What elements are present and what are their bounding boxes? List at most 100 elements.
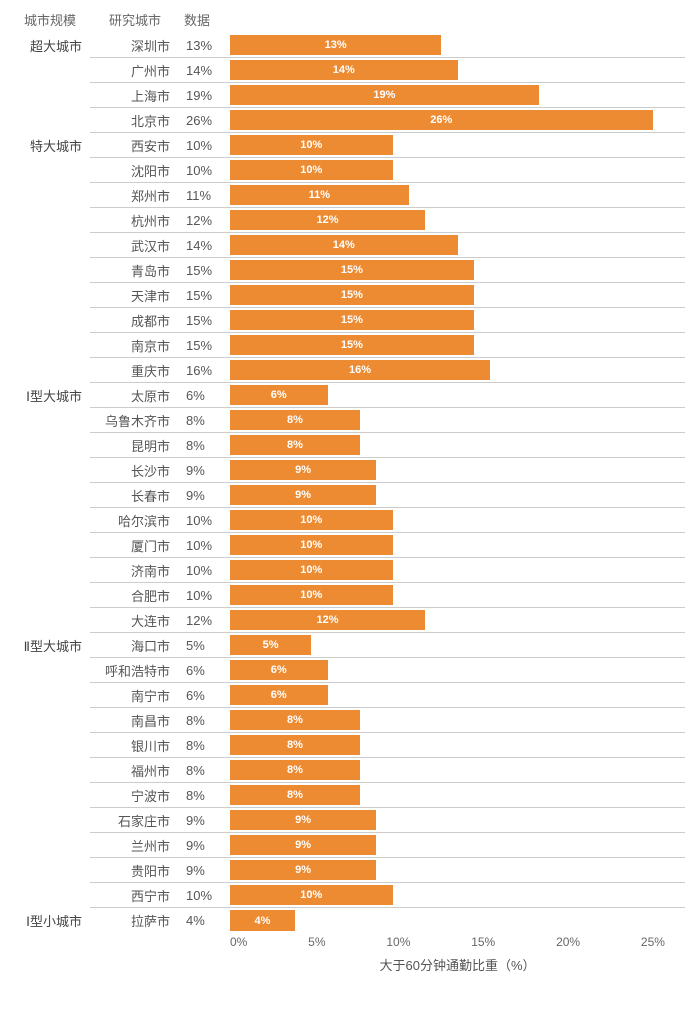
city-label: 呼和浩特市 bbox=[90, 658, 180, 683]
data-row: 哈尔滨市10%10% bbox=[10, 508, 685, 533]
value-label: 6% bbox=[180, 658, 230, 683]
data-row: 北京市26%26% bbox=[10, 108, 685, 133]
bar: 8% bbox=[230, 710, 360, 730]
bar-area: 10% bbox=[230, 158, 685, 183]
value-label: 9% bbox=[180, 858, 230, 883]
bar-area: 15% bbox=[230, 283, 685, 308]
value-label: 8% bbox=[180, 708, 230, 733]
bar: 11% bbox=[230, 185, 409, 205]
value-label: 15% bbox=[180, 333, 230, 358]
bar: 15% bbox=[230, 285, 474, 305]
value-label: 12% bbox=[180, 208, 230, 233]
value-label: 16% bbox=[180, 358, 230, 383]
city-label: 长春市 bbox=[90, 483, 180, 508]
bar-area: 8% bbox=[230, 708, 685, 733]
value-label: 10% bbox=[180, 533, 230, 558]
bar: 10% bbox=[230, 585, 393, 605]
group-label: 超大城市 bbox=[10, 33, 90, 55]
data-row: 石家庄市9%9% bbox=[10, 808, 685, 833]
value-label: 9% bbox=[180, 458, 230, 483]
col-header-group: 城市规模 bbox=[10, 10, 90, 29]
city-label: 青岛市 bbox=[90, 258, 180, 283]
data-row: 沈阳市10%10% bbox=[10, 158, 685, 183]
city-label: 广州市 bbox=[90, 58, 180, 83]
bar: 6% bbox=[230, 660, 328, 680]
bar: 16% bbox=[230, 360, 490, 380]
city-label: 银川市 bbox=[90, 733, 180, 758]
data-row: 上海市19%19% bbox=[10, 83, 685, 108]
value-label: 4% bbox=[180, 908, 230, 933]
data-row: 成都市15%15% bbox=[10, 308, 685, 333]
bar: 12% bbox=[230, 610, 425, 630]
value-label: 6% bbox=[180, 683, 230, 708]
value-label: 10% bbox=[180, 883, 230, 908]
data-row: 福州市8%8% bbox=[10, 758, 685, 783]
bar: 14% bbox=[230, 235, 458, 255]
city-label: 北京市 bbox=[90, 108, 180, 133]
city-label: 哈尔滨市 bbox=[90, 508, 180, 533]
data-row: 超大城市深圳市13%13% bbox=[10, 33, 685, 58]
data-row: 南京市15%15% bbox=[10, 333, 685, 358]
city-label: 成都市 bbox=[90, 308, 180, 333]
bar: 19% bbox=[230, 85, 539, 105]
data-row: 南昌市8%8% bbox=[10, 708, 685, 733]
data-row: 厦门市10%10% bbox=[10, 533, 685, 558]
chart-rows: 超大城市深圳市13%13%广州市14%14%上海市19%19%北京市26%26%… bbox=[10, 33, 685, 933]
bar-area: 9% bbox=[230, 858, 685, 883]
city-label: 深圳市 bbox=[90, 33, 180, 58]
value-label: 15% bbox=[180, 258, 230, 283]
header-row: 城市规模 研究城市 数据 bbox=[10, 10, 685, 29]
data-row: 南宁市6%6% bbox=[10, 683, 685, 708]
city-label: 合肥市 bbox=[90, 583, 180, 608]
bar: 10% bbox=[230, 160, 393, 180]
data-row: 大连市12%12% bbox=[10, 608, 685, 633]
bar: 8% bbox=[230, 410, 360, 430]
value-label: 10% bbox=[180, 158, 230, 183]
city-label: 武汉市 bbox=[90, 233, 180, 258]
data-row: 昆明市8%8% bbox=[10, 433, 685, 458]
bar-area: 16% bbox=[230, 358, 685, 383]
city-label: 贵阳市 bbox=[90, 858, 180, 883]
city-label: 沈阳市 bbox=[90, 158, 180, 183]
bar-area: 8% bbox=[230, 433, 685, 458]
data-row: 长春市9%9% bbox=[10, 483, 685, 508]
value-label: 9% bbox=[180, 808, 230, 833]
data-row: 长沙市9%9% bbox=[10, 458, 685, 483]
city-label: 太原市 bbox=[90, 383, 180, 408]
bar-area: 10% bbox=[230, 558, 685, 583]
data-row: 银川市8%8% bbox=[10, 733, 685, 758]
bar-area: 19% bbox=[230, 83, 685, 108]
bar-area: 6% bbox=[230, 383, 685, 408]
bar-area: 8% bbox=[230, 733, 685, 758]
x-tick: 20% bbox=[556, 935, 580, 949]
data-row: 宁波市8%8% bbox=[10, 783, 685, 808]
data-row: 杭州市12%12% bbox=[10, 208, 685, 233]
bar-area: 12% bbox=[230, 608, 685, 633]
value-label: 8% bbox=[180, 783, 230, 808]
x-label-row: 大于60分钟通勤比重（%） bbox=[10, 955, 685, 974]
bar: 6% bbox=[230, 385, 328, 405]
city-label: 宁波市 bbox=[90, 783, 180, 808]
bar: 9% bbox=[230, 460, 376, 480]
bar-area: 9% bbox=[230, 833, 685, 858]
bar-area: 10% bbox=[230, 583, 685, 608]
bar-area: 12% bbox=[230, 208, 685, 233]
x-tick: 15% bbox=[471, 935, 495, 949]
bar-area: 9% bbox=[230, 483, 685, 508]
city-label: 昆明市 bbox=[90, 433, 180, 458]
city-label: 杭州市 bbox=[90, 208, 180, 233]
bar-area: 10% bbox=[230, 533, 685, 558]
city-label: 石家庄市 bbox=[90, 808, 180, 833]
bar: 13% bbox=[230, 35, 441, 55]
x-axis: 0%5%10%15%20%25% bbox=[10, 935, 685, 949]
city-label: 南京市 bbox=[90, 333, 180, 358]
city-label: 乌鲁木齐市 bbox=[90, 408, 180, 433]
bar: 10% bbox=[230, 535, 393, 555]
data-row: 兰州市9%9% bbox=[10, 833, 685, 858]
bar: 9% bbox=[230, 860, 376, 880]
bar-area: 9% bbox=[230, 458, 685, 483]
col-header-city: 研究城市 bbox=[90, 10, 180, 29]
bar-area: 10% bbox=[230, 883, 685, 908]
bar-area: 8% bbox=[230, 758, 685, 783]
bar: 12% bbox=[230, 210, 425, 230]
